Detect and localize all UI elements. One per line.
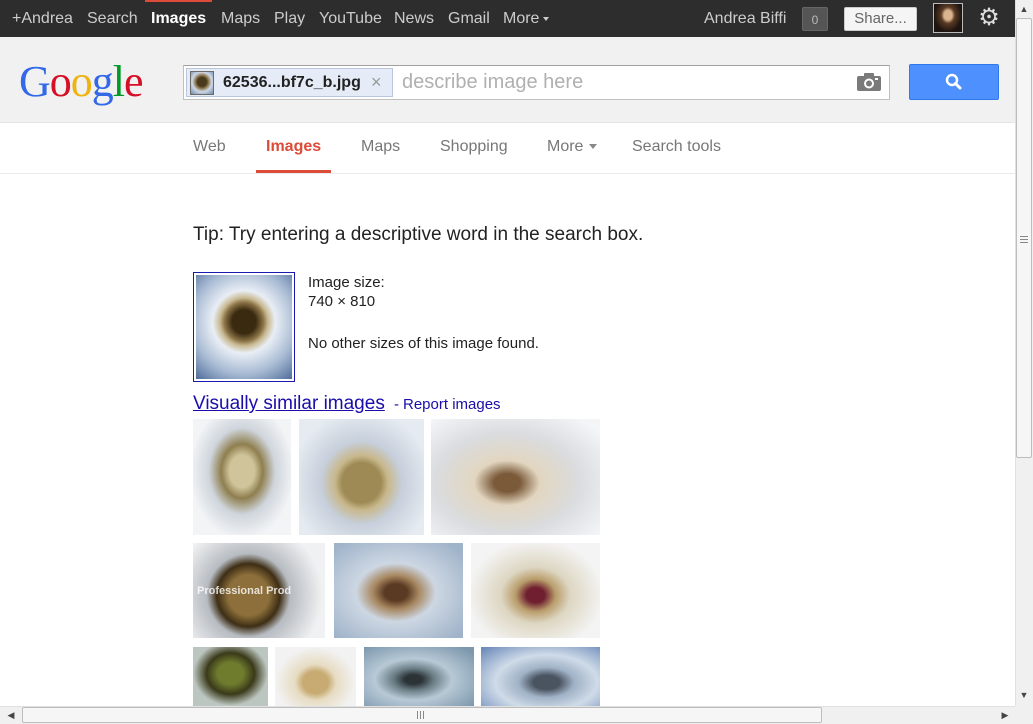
- tab-shopping[interactable]: Shopping: [440, 123, 508, 173]
- similar-image-thumbnail[interactable]: [334, 543, 463, 638]
- gbar-link-plus-andrea[interactable]: +Andrea: [12, 0, 73, 37]
- report-images-link[interactable]: Report images: [403, 396, 501, 414]
- logo-letter: o: [49, 57, 72, 106]
- scroll-up-icon[interactable]: ▲: [1016, 2, 1032, 16]
- search-icon: [945, 73, 962, 90]
- similar-image-thumbnail[interactable]: [481, 647, 600, 706]
- google-logo[interactable]: Google: [19, 57, 144, 107]
- gbar-link-images[interactable]: Images: [144, 0, 213, 37]
- search-by-image-chip: 62536...bf7c_b.jpg ×: [186, 68, 393, 97]
- similar-image-thumbnail[interactable]: [193, 419, 291, 535]
- tab-search-tools[interactable]: Search tools: [632, 123, 721, 173]
- no-other-sizes-text: No other sizes of this image found.: [308, 335, 539, 352]
- gbar-link-maps[interactable]: Maps: [221, 0, 260, 37]
- scroll-down-icon[interactable]: ▼: [1016, 688, 1032, 702]
- query-image-thumbnail[interactable]: [193, 272, 295, 382]
- tab-more-label: More: [547, 138, 584, 155]
- vertical-grip-icon: [1020, 236, 1028, 244]
- logo-letter: e: [124, 57, 144, 106]
- tab-web[interactable]: Web: [193, 123, 226, 173]
- gbar-link-search[interactable]: Search: [87, 0, 138, 37]
- similar-image-thumbnail[interactable]: [299, 419, 424, 535]
- logo-text: Google: [19, 57, 144, 107]
- camera-icon[interactable]: [856, 72, 882, 92]
- tab-more[interactable]: More: [547, 123, 598, 173]
- watermark-text: Professional Prod: [197, 585, 292, 597]
- scroll-right-icon[interactable]: ▶: [998, 708, 1012, 722]
- google-bar: +Andrea Search Images Maps Play YouTube …: [0, 0, 1015, 37]
- image-size-label: Image size:: [308, 274, 385, 291]
- tab-images[interactable]: Images: [255, 123, 332, 173]
- search-tabs: Web Images Maps Shopping More Search too…: [0, 123, 1015, 174]
- link-separator: -: [394, 396, 399, 413]
- gbar-more-label: More: [503, 10, 540, 27]
- chip-filename: 62536...bf7c_b.jpg: [223, 74, 361, 91]
- search-input[interactable]: [402, 67, 842, 98]
- similar-image-thumbnail[interactable]: [471, 543, 600, 638]
- share-button[interactable]: Share...: [844, 7, 917, 31]
- gbar-link-youtube[interactable]: YouTube: [319, 0, 382, 37]
- user-name-link[interactable]: Andrea Biffi: [704, 0, 786, 37]
- logo-letter: l: [112, 57, 125, 106]
- gbar-link-more[interactable]: More: [503, 0, 550, 37]
- similar-image-thumbnail[interactable]: [364, 647, 474, 706]
- similar-image-thumbnail[interactable]: Professional Prod: [193, 543, 325, 638]
- chevron-down-icon: [543, 16, 550, 21]
- gbar-link-play[interactable]: Play: [274, 0, 305, 37]
- similar-image-thumbnail[interactable]: [193, 647, 268, 706]
- horizontal-grip-icon: [417, 711, 425, 719]
- gbar-link-news[interactable]: News: [394, 0, 434, 37]
- gear-icon[interactable]: ⚙: [977, 6, 1001, 30]
- search-header: Google 62536...bf7c_b.jpg ×: [0, 37, 1015, 123]
- scrollbar-corner: [1015, 706, 1033, 724]
- scroll-left-icon[interactable]: ◀: [4, 708, 18, 722]
- avatar[interactable]: [933, 3, 963, 33]
- visually-similar-images-link[interactable]: Visually similar images: [193, 392, 385, 416]
- image-size-value: 740 × 810: [308, 293, 376, 310]
- search-tip: Tip: Try entering a descriptive word in …: [193, 224, 644, 245]
- logo-letter: G: [19, 57, 51, 106]
- notification-count-button[interactable]: 0: [802, 7, 828, 31]
- logo-letter: o: [70, 57, 93, 106]
- query-image: [196, 275, 292, 379]
- gbar-link-gmail[interactable]: Gmail: [448, 0, 490, 37]
- chip-thumbnail: [190, 71, 214, 95]
- close-icon[interactable]: ×: [371, 69, 382, 96]
- search-box: 62536...bf7c_b.jpg ×: [183, 65, 890, 100]
- tab-maps[interactable]: Maps: [361, 123, 400, 173]
- chevron-down-icon: [589, 144, 598, 150]
- search-button[interactable]: [909, 64, 999, 100]
- logo-letter: g: [91, 57, 114, 106]
- similar-image-thumbnail[interactable]: [275, 647, 356, 706]
- similar-image-thumbnail[interactable]: [431, 419, 600, 535]
